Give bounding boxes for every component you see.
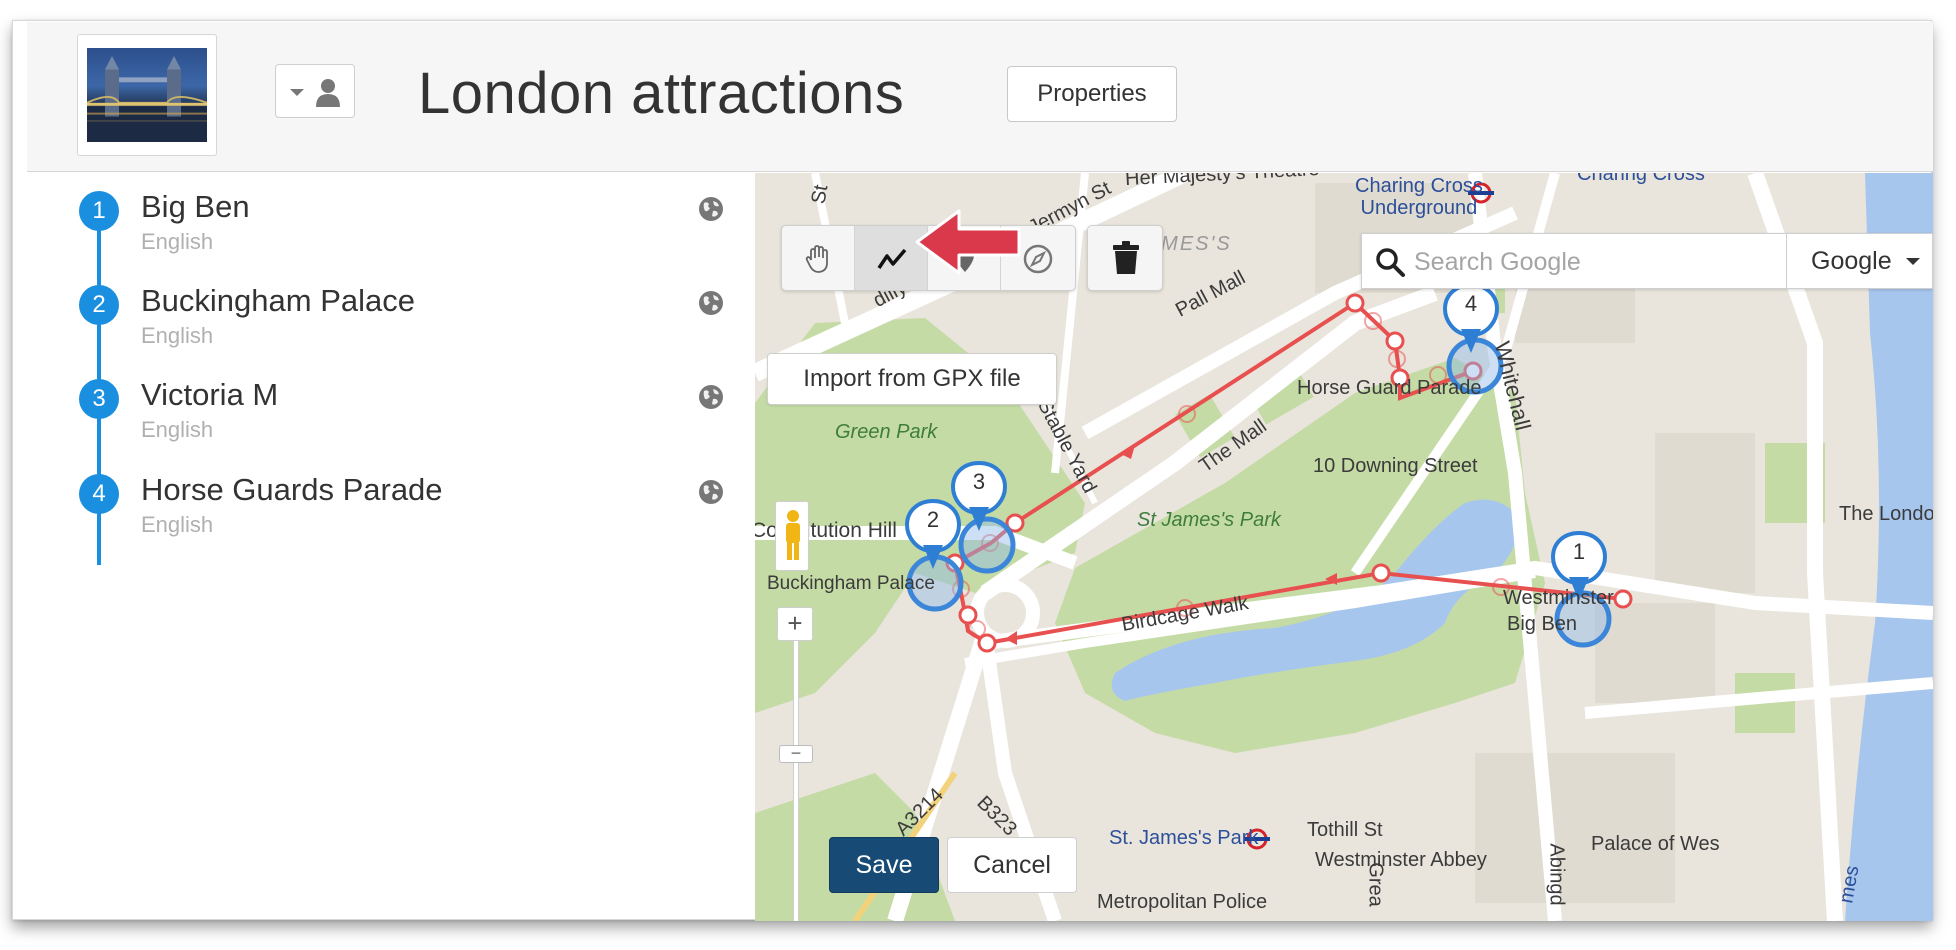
map-pin-4[interactable]: 4 bbox=[1445, 285, 1497, 357]
map-label: St James's Park bbox=[1137, 509, 1281, 531]
map-label: Tothill St bbox=[1307, 819, 1383, 841]
zoom-slider-track[interactable] bbox=[793, 625, 799, 921]
street-view-pegman[interactable] bbox=[775, 501, 809, 571]
pointer-arrow-icon bbox=[915, 209, 1021, 275]
places-list: 1 Big Ben English 2 Buckingham Palace En… bbox=[13, 173, 753, 921]
map-label: Westminster Abbey bbox=[1315, 849, 1487, 871]
import-gpx-button[interactable]: Import from GPX file bbox=[767, 353, 1057, 405]
map-label: Big Ben bbox=[1507, 613, 1578, 635]
item-number-badge: 2 bbox=[79, 285, 119, 325]
zoom-in-button[interactable]: + bbox=[777, 607, 813, 641]
trash-icon bbox=[1113, 241, 1139, 274]
map-label: Abingd bbox=[1545, 843, 1568, 906]
item-title[interactable]: Horse Guards Parade bbox=[141, 472, 443, 508]
map-pin-3[interactable]: 3 bbox=[953, 463, 1005, 535]
properties-button[interactable]: Properties bbox=[1007, 66, 1177, 122]
search-provider-label: Google bbox=[1811, 247, 1892, 275]
hand-icon bbox=[805, 245, 828, 273]
item-number-badge: 3 bbox=[79, 379, 119, 419]
item-number-badge: 4 bbox=[79, 474, 119, 514]
map-label: Buckingham Palace bbox=[767, 573, 935, 594]
pin-number: 3 bbox=[972, 469, 986, 494]
compass-icon bbox=[1023, 244, 1053, 274]
pin-number: 1 bbox=[1572, 539, 1586, 564]
map-label: The London bbox=[1839, 503, 1933, 525]
item-number-badge: 1 bbox=[79, 191, 119, 231]
map-pin-1[interactable]: 1 bbox=[1553, 533, 1605, 605]
map-label: Green Park bbox=[835, 421, 938, 443]
pin-number: 4 bbox=[1464, 291, 1478, 316]
pan-tool-button[interactable] bbox=[782, 226, 855, 290]
line-draw-icon bbox=[877, 248, 907, 269]
map-label: Horse Guard Parade bbox=[1297, 377, 1482, 399]
item-language: English bbox=[141, 512, 214, 537]
caret-down-icon bbox=[290, 89, 304, 96]
zoom-slider-handle[interactable]: − bbox=[779, 744, 813, 763]
map-label: Metropolitan Police bbox=[1097, 891, 1268, 913]
page-title: London attractions bbox=[418, 61, 905, 126]
pin-number: 2 bbox=[926, 507, 940, 532]
app-window: London attractions Properties 1 Big Ben … bbox=[12, 20, 1933, 921]
item-title[interactable]: Big Ben bbox=[141, 189, 250, 225]
owner-dropdown-button[interactable] bbox=[275, 64, 355, 118]
map-label: St. James's Park bbox=[1109, 827, 1259, 849]
map-label: Charing Cross Underground bbox=[1355, 175, 1483, 219]
search-input[interactable] bbox=[1414, 242, 1784, 282]
map-label: Palace of Wes bbox=[1591, 833, 1720, 855]
header: London attractions Properties bbox=[27, 22, 1933, 172]
item-language: English bbox=[141, 323, 214, 348]
delete-button[interactable] bbox=[1087, 225, 1163, 291]
item-title[interactable]: Buckingham Palace bbox=[141, 283, 415, 319]
map-label: 10 Downing Street bbox=[1313, 455, 1478, 477]
map-label-line: Charing Cross bbox=[1355, 175, 1483, 197]
cancel-button[interactable]: Cancel bbox=[947, 837, 1077, 893]
map-label-line: Underground bbox=[1360, 197, 1478, 219]
map-search: Google bbox=[1361, 233, 1933, 289]
globe-icon[interactable] bbox=[697, 383, 725, 411]
globe-icon[interactable] bbox=[697, 289, 725, 317]
item-language: English bbox=[141, 417, 214, 442]
map-view[interactable]: Her Majesty's Theatre Charing Cross Unde… bbox=[755, 173, 1933, 921]
map-label: Charing Cross bbox=[1577, 173, 1705, 185]
globe-icon[interactable] bbox=[697, 195, 725, 223]
save-button[interactable]: Save bbox=[829, 837, 939, 893]
list-item[interactable]: 4 Horse Guards Parade English bbox=[13, 456, 753, 574]
globe-icon[interactable] bbox=[697, 478, 725, 506]
search-icon bbox=[1376, 248, 1405, 277]
item-language: English bbox=[141, 229, 214, 254]
map-label: Grea bbox=[1364, 862, 1387, 907]
caret-down-icon bbox=[1906, 258, 1920, 265]
map-thumbnail[interactable] bbox=[77, 34, 217, 156]
item-title[interactable]: Victoria M bbox=[141, 377, 278, 413]
map-label: St bbox=[807, 183, 833, 206]
search-provider-select[interactable]: Google bbox=[1786, 234, 1933, 288]
map-pin-2[interactable]: 2 bbox=[907, 501, 959, 573]
person-icon bbox=[316, 79, 340, 107]
tower-bridge-photo bbox=[87, 48, 207, 142]
pegman-icon bbox=[786, 510, 800, 560]
